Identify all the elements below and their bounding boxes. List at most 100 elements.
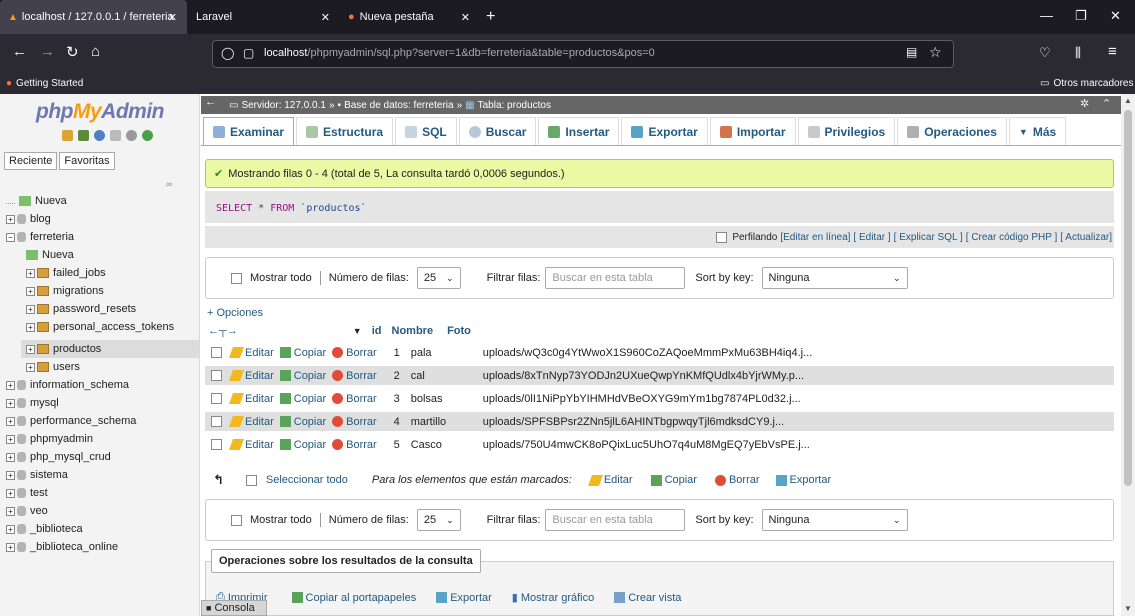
bulk-delete-button[interactable]: Borrar	[714, 474, 760, 486]
column-id[interactable]: id	[372, 325, 382, 337]
collapse-panel-icon[interactable]: ←	[201, 96, 216, 108]
tab-privilegios[interactable]: Privilegios	[797, 117, 896, 145]
tree-item[interactable]: Nueva	[6, 192, 67, 210]
tab-importar[interactable]: Importar	[709, 117, 796, 145]
tree-item[interactable]: + performance_schema	[6, 412, 136, 430]
profiling-checkbox[interactable]	[716, 231, 728, 243]
copy-button[interactable]: Copiar	[279, 439, 326, 451]
delete-button[interactable]: Borrar	[332, 347, 377, 359]
show-all-checkbox[interactable]	[231, 514, 242, 526]
tab-examinar[interactable]: Examinar	[203, 117, 295, 145]
browser-tab-laravel[interactable]: Laravel ✕	[188, 0, 340, 34]
reader-view-icon[interactable]: ▤	[906, 45, 917, 59]
tab-buscar[interactable]: Buscar	[458, 117, 537, 145]
create-php-link[interactable]: [ Crear código PHP ]	[966, 232, 1058, 243]
edit-button[interactable]: Editar	[228, 370, 274, 382]
exit-icon[interactable]	[78, 130, 89, 141]
menu-icon[interactable]: ≡	[1108, 43, 1117, 60]
pocket-icon[interactable]: ♡	[1039, 45, 1051, 61]
expand-icon[interactable]: +	[6, 524, 15, 534]
expand-icon[interactable]: +	[26, 344, 35, 354]
delete-button[interactable]: Borrar	[332, 416, 377, 428]
expand-icon[interactable]: +	[6, 416, 15, 426]
scroll-up-icon[interactable]: ▲	[1124, 96, 1132, 105]
console-toggle[interactable]: ■ Consola	[201, 600, 267, 616]
sql-query-box[interactable]: SELECT * FROM `productos`	[205, 191, 1114, 223]
row-checkbox[interactable]	[211, 347, 222, 358]
show-all-checkbox[interactable]	[231, 272, 242, 284]
tree-item[interactable]: + _biblioteca_online	[6, 538, 118, 556]
copy-clipboard-link[interactable]: Copiar al portapapeles	[291, 592, 416, 604]
column-arrows-icon[interactable]: ←┬→	[208, 325, 238, 337]
expand-icon[interactable]: +	[6, 434, 15, 444]
tree-item[interactable]: + _biblioteca	[6, 520, 83, 538]
reload-icon[interactable]	[142, 130, 153, 141]
row-checkbox[interactable]	[211, 393, 222, 404]
scrollbar-thumb[interactable]	[1124, 110, 1132, 486]
browser-tab-phpmyadmin[interactable]: ▲ localhost / 127.0.0.1 / ferreteria ✕	[0, 0, 187, 34]
breadcrumb-server[interactable]: Servidor: 127.0.0.1	[241, 100, 326, 111]
docs-page-icon[interactable]	[110, 130, 121, 141]
tree-item[interactable]: + phpmyadmin	[6, 430, 93, 448]
tab-operaciones[interactable]: Operaciones	[897, 117, 1007, 145]
browser-tab-new[interactable]: ● Nueva pestaña ✕	[340, 0, 480, 34]
edit-link[interactable]: [ Editar ]	[853, 232, 890, 243]
close-tab-icon[interactable]: ✕	[321, 11, 330, 24]
column-foto[interactable]: Foto	[447, 325, 471, 337]
row-checkbox[interactable]	[211, 439, 222, 450]
filter-input[interactable]: Buscar en esta tabla	[545, 267, 686, 289]
edit-button[interactable]: Editar	[228, 416, 274, 428]
shield-icon[interactable]: ◯	[221, 46, 234, 60]
copy-button[interactable]: Copiar	[279, 347, 326, 359]
back-icon[interactable]: ←	[12, 43, 27, 60]
link-icon[interactable]: ∞	[166, 179, 172, 189]
tree-item[interactable]: Nueva	[26, 246, 74, 264]
favorites-tab[interactable]: Favoritas	[59, 152, 115, 170]
tab-exportar[interactable]: Exportar	[621, 117, 708, 145]
scroll-down-icon[interactable]: ▼	[1124, 604, 1132, 613]
sort-select[interactable]: Ninguna ⌄	[761, 267, 908, 289]
explain-sql-link[interactable]: [ Explicar SQL ]	[894, 232, 963, 243]
expand-icon[interactable]: +	[6, 214, 15, 224]
tree-item[interactable]: + failed_jobs	[26, 264, 106, 282]
expand-icon[interactable]: +	[26, 286, 35, 296]
tree-item[interactable]: + personal_access_tokens	[26, 318, 174, 336]
expand-icon[interactable]: +	[6, 380, 15, 390]
tab-estructura[interactable]: Estructura	[296, 117, 394, 145]
minimize-icon[interactable]: —	[1040, 8, 1053, 23]
copy-button[interactable]: Copiar	[279, 370, 326, 382]
bulk-copy-button[interactable]: Copiar	[650, 474, 697, 486]
edit-button[interactable]: Editar	[228, 439, 274, 451]
tree-item[interactable]: + php_mysql_crud	[6, 448, 111, 466]
expand-icon[interactable]: +	[6, 470, 15, 480]
breadcrumb-table[interactable]: Tabla: productos	[478, 100, 551, 111]
create-view-link[interactable]: Crear vista	[614, 592, 681, 604]
settings-icon[interactable]: ✲	[1080, 97, 1089, 110]
expand-icon[interactable]: +	[26, 322, 35, 332]
bulk-edit-button[interactable]: Editar	[587, 474, 633, 486]
delete-button[interactable]: Borrar	[332, 393, 377, 405]
collapse-icon[interactable]: −	[6, 232, 15, 242]
select-all-checkbox[interactable]	[245, 474, 257, 486]
tab-insertar[interactable]: Insertar	[538, 117, 620, 145]
column-nombre[interactable]: Nombre	[392, 325, 434, 337]
expand-icon[interactable]: +	[6, 506, 15, 516]
tab-sql[interactable]: SQL	[395, 117, 457, 145]
options-link[interactable]: + Opciones	[207, 307, 263, 319]
tree-item[interactable]: + test	[6, 484, 48, 502]
expand-icon[interactable]: +	[6, 488, 15, 498]
copy-button[interactable]: Copiar	[279, 393, 326, 405]
tree-item[interactable]: + mysql	[6, 394, 59, 412]
tree-item-productos[interactable]: + productos	[26, 340, 101, 358]
close-tab-icon[interactable]: ✕	[461, 11, 470, 24]
tab-mas[interactable]: ▼ Más	[1008, 117, 1067, 145]
row-checkbox[interactable]	[211, 416, 222, 427]
edit-button[interactable]: Editar	[228, 393, 274, 405]
expand-icon[interactable]: +	[26, 304, 35, 314]
bookmark-other[interactable]: ▭ Otros marcadores	[1040, 78, 1133, 89]
breadcrumb-db[interactable]: Base de datos: ferreteria	[344, 100, 454, 111]
delete-button[interactable]: Borrar	[332, 439, 377, 451]
docs-icon[interactable]	[94, 130, 105, 141]
copy-button[interactable]: Copiar	[279, 416, 326, 428]
tree-item[interactable]: + blog	[6, 210, 51, 228]
